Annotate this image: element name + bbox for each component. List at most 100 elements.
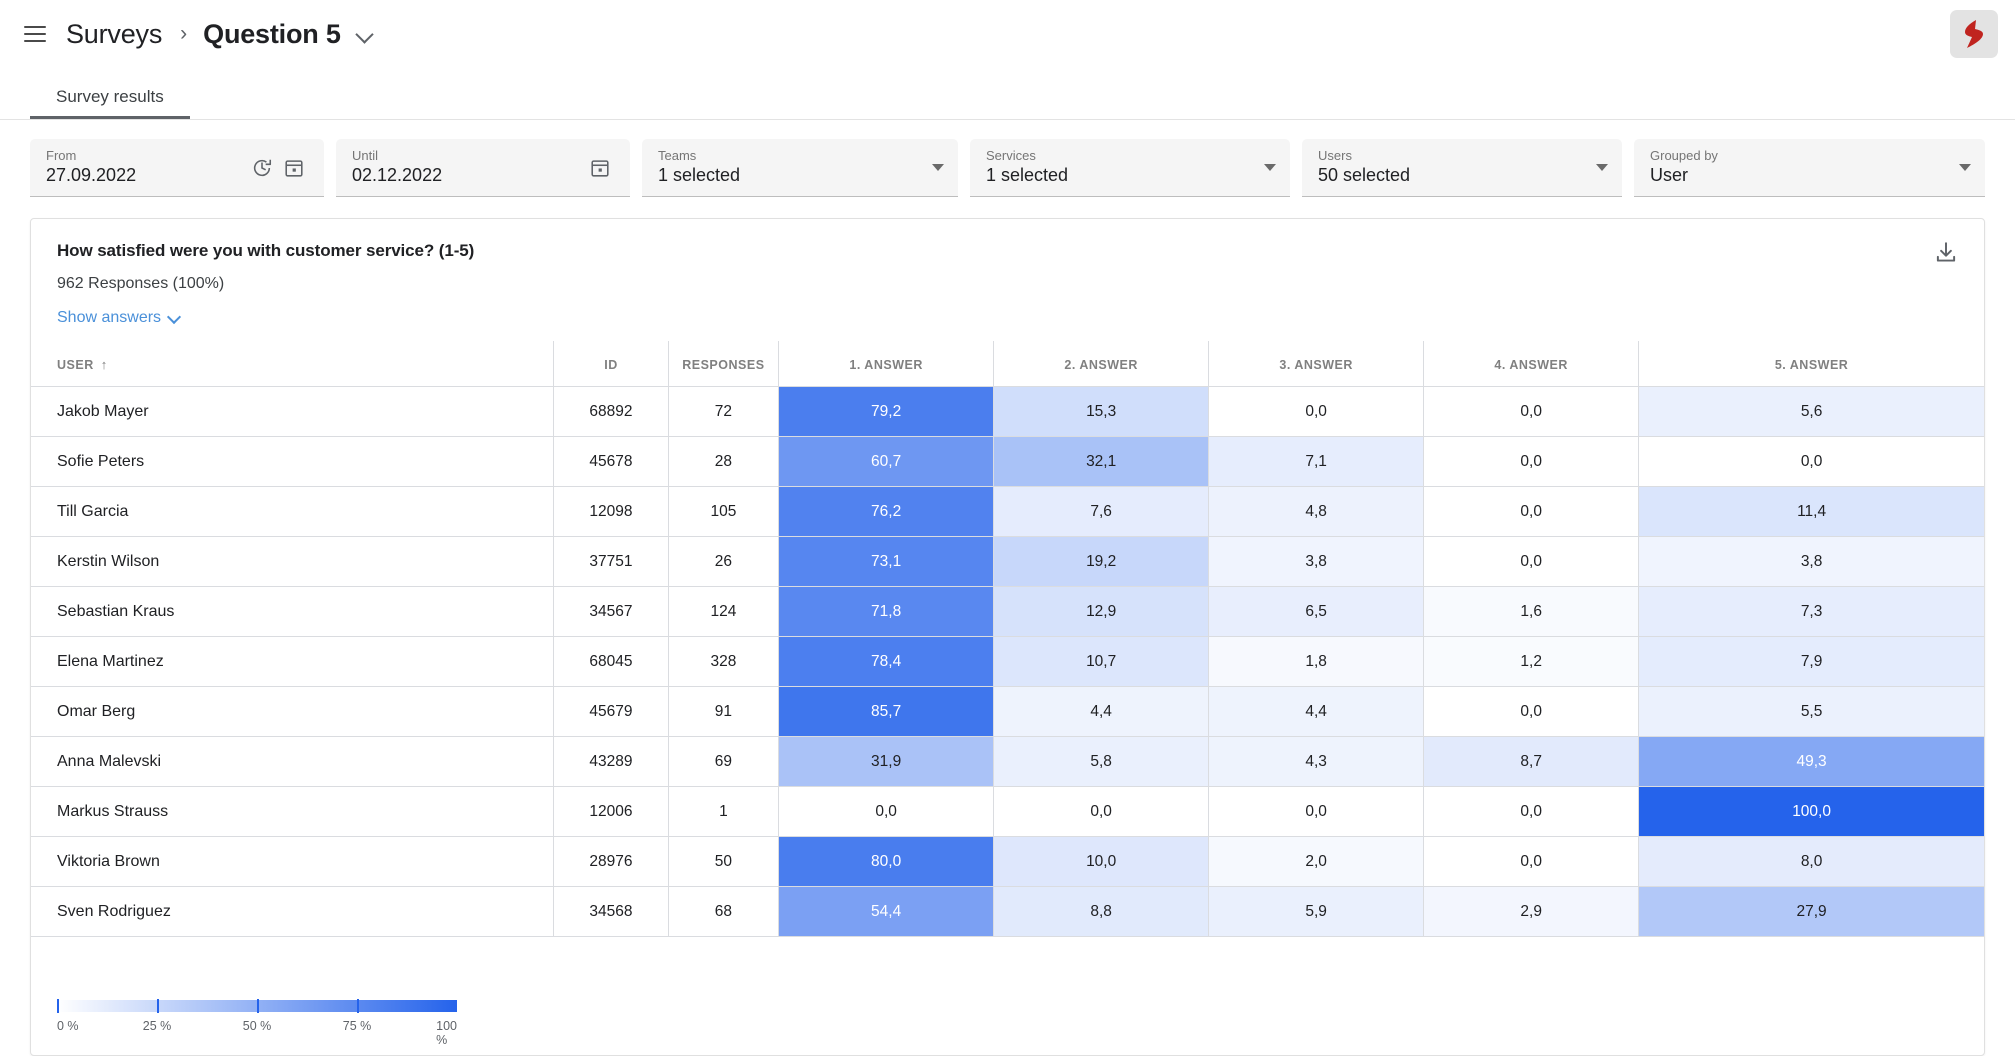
- cell-answer-3: 6,5: [1208, 586, 1424, 637]
- table-row[interactable]: Kerstin Wilson 37751 26 73,1 19,2 3,8 0,0 3,8: [31, 536, 1984, 587]
- cell-id: 12006: [553, 786, 669, 837]
- chevron-down-icon[interactable]: [1264, 164, 1276, 171]
- cell-answer-3: 4,4: [1208, 686, 1424, 737]
- cell-answer-4: 0,0: [1423, 786, 1639, 837]
- filter-until-label: Until: [352, 147, 379, 163]
- history-icon[interactable]: [246, 152, 278, 184]
- cell-answer-4: 0,0: [1423, 686, 1639, 737]
- cell-answer-1: 73,1: [778, 536, 994, 587]
- calendar-icon[interactable]: [584, 152, 616, 184]
- cell-user: Kerstin Wilson: [31, 536, 554, 587]
- filter-services[interactable]: Services 1 selected: [970, 139, 1290, 197]
- legend-tick-label: 25 %: [142, 1019, 172, 1033]
- cell-answer-5: 27,9: [1638, 886, 1984, 937]
- breadcrumb-current-question: Question 5: [203, 18, 341, 49]
- brand-logo-icon[interactable]: [1950, 10, 1998, 58]
- download-icon[interactable]: [1928, 235, 1964, 271]
- cell-answer-2: 0,0: [993, 786, 1209, 837]
- table-row[interactable]: Viktoria Brown 28976 50 80,0 10,0 2,0 0,0 8,0: [31, 836, 1984, 887]
- table-header: USER ↑ ID RESPONSES 1. ANSWER 2. ANSWER 3…: [31, 341, 1984, 387]
- heatmap-legend: 0 % 25 % 50 % 75 % 100 %: [57, 999, 457, 1047]
- cell-answer-2: 5,8: [993, 736, 1209, 787]
- cell-user: Till Garcia: [31, 486, 554, 537]
- table-row[interactable]: Sven Rodriguez 34568 68 54,4 8,8 5,9 2,9 27,9: [31, 886, 1984, 937]
- legend-tick-label: 75 %: [342, 1019, 372, 1033]
- cell-answer-1: 31,9: [778, 736, 994, 787]
- legend-tick-label: 50 %: [242, 1019, 272, 1033]
- filter-until-value: 02.12.2022: [352, 164, 443, 185]
- cell-id: 34568: [553, 886, 669, 937]
- cell-responses: 68: [667, 886, 779, 937]
- cell-answer-1: 80,0: [778, 836, 994, 887]
- column-header-answer-1[interactable]: 1. ANSWER: [778, 341, 994, 387]
- breadcrumb-surveys[interactable]: Surveys: [66, 19, 162, 50]
- tab-survey-results[interactable]: Survey results: [30, 87, 190, 119]
- legend-tick-mark: [357, 999, 359, 1013]
- cell-responses: 50: [667, 836, 779, 887]
- cell-answer-2: 15,3: [993, 386, 1209, 437]
- hamburger-menu-icon[interactable]: [18, 17, 52, 51]
- cell-id: 28976: [553, 836, 669, 887]
- chevron-down-icon: [169, 312, 182, 325]
- chevron-down-icon[interactable]: [357, 26, 373, 42]
- table-row[interactable]: Sofie Peters 45678 28 60,7 32,1 7,1 0,0 0,0: [31, 436, 1984, 487]
- table-body: Jakob Mayer 68892 72 79,2 15,3 0,0 0,0 5,6 Sofie…: [31, 386, 1984, 937]
- cell-id: 37751: [553, 536, 669, 587]
- filter-from[interactable]: From 27.09.2022: [30, 139, 324, 197]
- cell-responses: 28: [667, 436, 779, 487]
- table-row[interactable]: Omar Berg 45679 91 85,7 4,4 4,4 0,0 5,5: [31, 686, 1984, 737]
- cell-answer-4: 1,6: [1423, 586, 1639, 637]
- cell-answer-2: 8,8: [993, 886, 1209, 937]
- cell-answer-5: 7,9: [1638, 636, 1984, 687]
- filter-grouped-by[interactable]: Grouped by User: [1634, 139, 1985, 197]
- cell-answer-4: 2,9: [1423, 886, 1639, 937]
- column-header-user[interactable]: USER ↑: [31, 341, 554, 387]
- table-row[interactable]: Jakob Mayer 68892 72 79,2 15,3 0,0 0,0 5,6: [31, 386, 1984, 437]
- column-header-answer-3[interactable]: 3. ANSWER: [1208, 341, 1424, 387]
- table-row[interactable]: Elena Martinez 68045 328 78,4 10,7 1,8 1,2 7,9: [31, 636, 1984, 687]
- card-header: How satisfied were you with customer ser…: [31, 219, 1984, 327]
- cell-answer-1: 78,4: [778, 636, 994, 687]
- column-header-responses[interactable]: RESPONSES: [667, 341, 779, 387]
- table-header-row: USER ↑ ID RESPONSES 1. ANSWER 2. ANSWER 3…: [31, 341, 1984, 387]
- cell-responses: 328: [667, 636, 779, 687]
- column-header-id[interactable]: ID: [553, 341, 669, 387]
- cell-answer-4: 0,0: [1423, 836, 1639, 887]
- column-header-answer-4[interactable]: 4. ANSWER: [1423, 341, 1639, 387]
- cell-responses: 1: [667, 786, 779, 837]
- cell-answer-5: 0,0: [1638, 436, 1984, 487]
- legend-color-bar: [57, 999, 457, 1013]
- chevron-down-icon[interactable]: [1596, 164, 1608, 171]
- table-row[interactable]: Till Garcia 12098 105 76,2 7,6 4,8 0,0 11,4: [31, 486, 1984, 537]
- show-answers-toggle[interactable]: Show answers: [57, 309, 182, 327]
- table-row[interactable]: Anna Malevski 43289 69 31,9 5,8 4,3 8,7 49,3: [31, 736, 1984, 787]
- cell-answer-3: 3,8: [1208, 536, 1424, 587]
- calendar-icon[interactable]: [278, 152, 310, 184]
- show-answers-label: Show answers: [57, 309, 162, 326]
- filter-users[interactable]: Users 50 selected: [1302, 139, 1622, 197]
- chevron-down-icon[interactable]: [932, 164, 944, 171]
- filter-users-value: 50 selected: [1318, 164, 1411, 185]
- cell-answer-1: 76,2: [778, 486, 994, 537]
- filter-until[interactable]: Until 02.12.2022: [336, 139, 630, 197]
- cell-answer-5: 49,3: [1638, 736, 1984, 787]
- cell-answer-3: 0,0: [1208, 786, 1424, 837]
- column-header-answer-5[interactable]: 5. ANSWER: [1638, 341, 1984, 387]
- cell-responses: 124: [667, 586, 779, 637]
- filter-teams[interactable]: Teams 1 selected: [642, 139, 958, 197]
- table-row[interactable]: Markus Strauss 12006 1 0,0 0,0 0,0 0,0 100,0: [31, 786, 1984, 837]
- table-row[interactable]: Sebastian Kraus 34567 124 71,8 12,9 6,5 1,6 7,3: [31, 586, 1984, 637]
- cell-id: 45678: [553, 436, 669, 487]
- filter-teams-label: Teams: [658, 147, 697, 163]
- cell-answer-1: 60,7: [778, 436, 994, 487]
- filter-grouped-by-label: Grouped by: [1650, 147, 1718, 163]
- legend-tick-mark: [157, 999, 159, 1013]
- cell-id: 45679: [553, 686, 669, 737]
- filter-bar: From 27.09.2022 Until 02.12.2022 Teams 1…: [0, 120, 2015, 206]
- column-header-answer-2[interactable]: 2. ANSWER: [993, 341, 1209, 387]
- cell-answer-1: 79,2: [778, 386, 994, 437]
- cell-answer-3: 4,3: [1208, 736, 1424, 787]
- cell-answer-1: 0,0: [778, 786, 994, 837]
- cell-answer-1: 54,4: [778, 886, 994, 937]
- chevron-down-icon[interactable]: [1959, 164, 1971, 171]
